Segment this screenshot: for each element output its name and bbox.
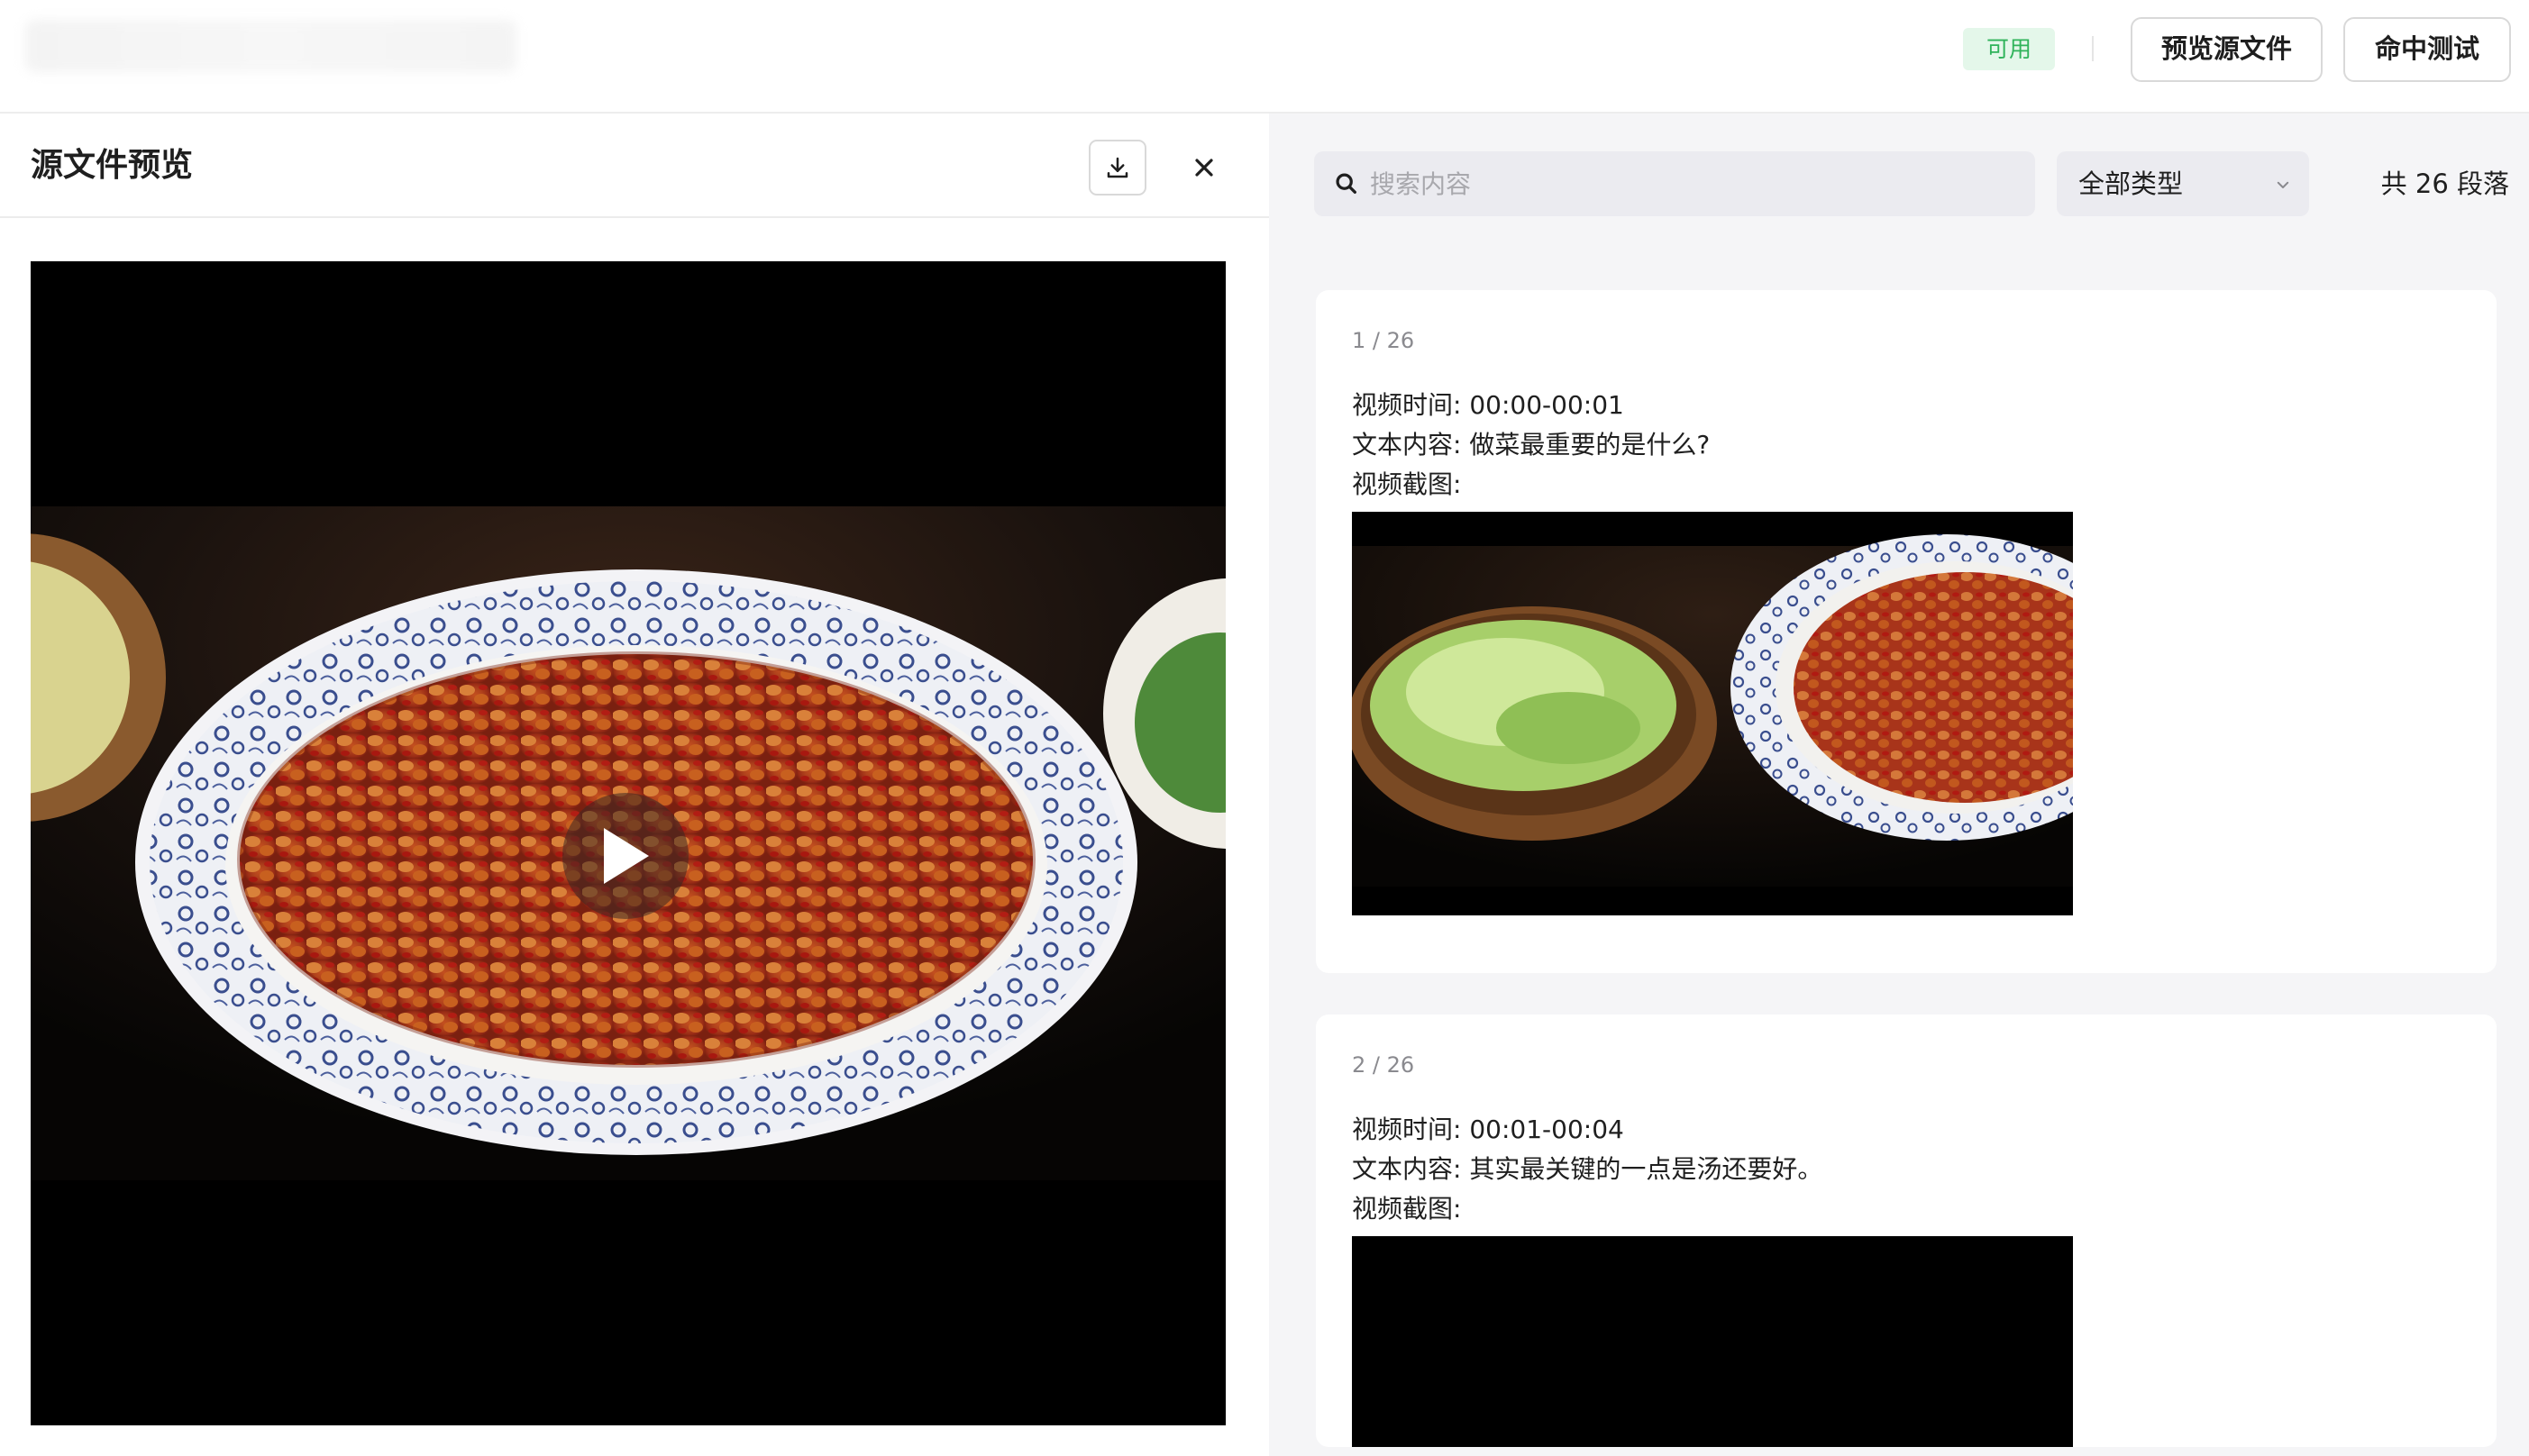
divider	[2092, 36, 2094, 61]
segment-index: 2 / 26	[1352, 1052, 1415, 1078]
play-icon	[604, 828, 649, 884]
segment-card[interactable]: 1 / 26 视频时间: 00:00-00:01 文本内容: 做菜最重要的是什么…	[1316, 290, 2497, 973]
hit-test-button[interactable]: 命中测试	[2343, 17, 2511, 82]
search-input[interactable]	[1370, 151, 2019, 216]
panel-title: 源文件预览	[31, 147, 194, 184]
segments-panel: 全部类型 共 26 段落 1 / 26 视频时间: 00:00-00:01 文本…	[1269, 114, 2529, 1456]
segment-shot-label: 视频截图:	[1352, 469, 1462, 499]
top-bar: 可用 预览源文件 命中测试	[0, 0, 2529, 114]
close-icon	[1195, 159, 1213, 177]
segment-text: 文本内容: 其实最关键的一点是汤还要好。	[1352, 1154, 1823, 1184]
status-badge: 可用	[1963, 28, 2055, 70]
blurred-title	[25, 20, 516, 72]
segment-time: 视频时间: 00:01-00:04	[1352, 1115, 1624, 1144]
segment-shot-label: 视频截图:	[1352, 1194, 1462, 1224]
video-screenshot	[1352, 512, 2073, 915]
video-screenshot	[1352, 1236, 2073, 1447]
search-box[interactable]	[1314, 151, 2035, 216]
segment-index: 1 / 26	[1352, 328, 1415, 353]
screenshot-image	[1352, 512, 2073, 915]
type-filter-select[interactable]: 全部类型	[2057, 151, 2309, 216]
segment-count: 共 26 段落	[2380, 168, 2509, 199]
play-button[interactable]	[562, 793, 689, 919]
close-button[interactable]	[1186, 144, 1222, 191]
preview-source-button[interactable]: 预览源文件	[2131, 17, 2323, 82]
segment-time: 视频时间: 00:00-00:01	[1352, 390, 1624, 420]
video-player[interactable]	[31, 261, 1226, 1425]
source-preview-panel: 源文件预览	[0, 114, 1269, 1456]
download-button[interactable]	[1089, 140, 1146, 196]
segment-text: 文本内容: 做菜最重要的是什么?	[1352, 430, 1711, 460]
type-filter-value: 全部类型	[2078, 168, 2184, 199]
chevron-down-icon	[2277, 181, 2289, 188]
panel-header: 源文件预览	[0, 114, 1269, 218]
segment-card[interactable]: 2 / 26 视频时间: 00:01-00:04 文本内容: 其实最关键的一点是…	[1316, 1015, 2497, 1447]
search-icon	[1336, 173, 1356, 194]
download-icon	[1107, 157, 1128, 178]
